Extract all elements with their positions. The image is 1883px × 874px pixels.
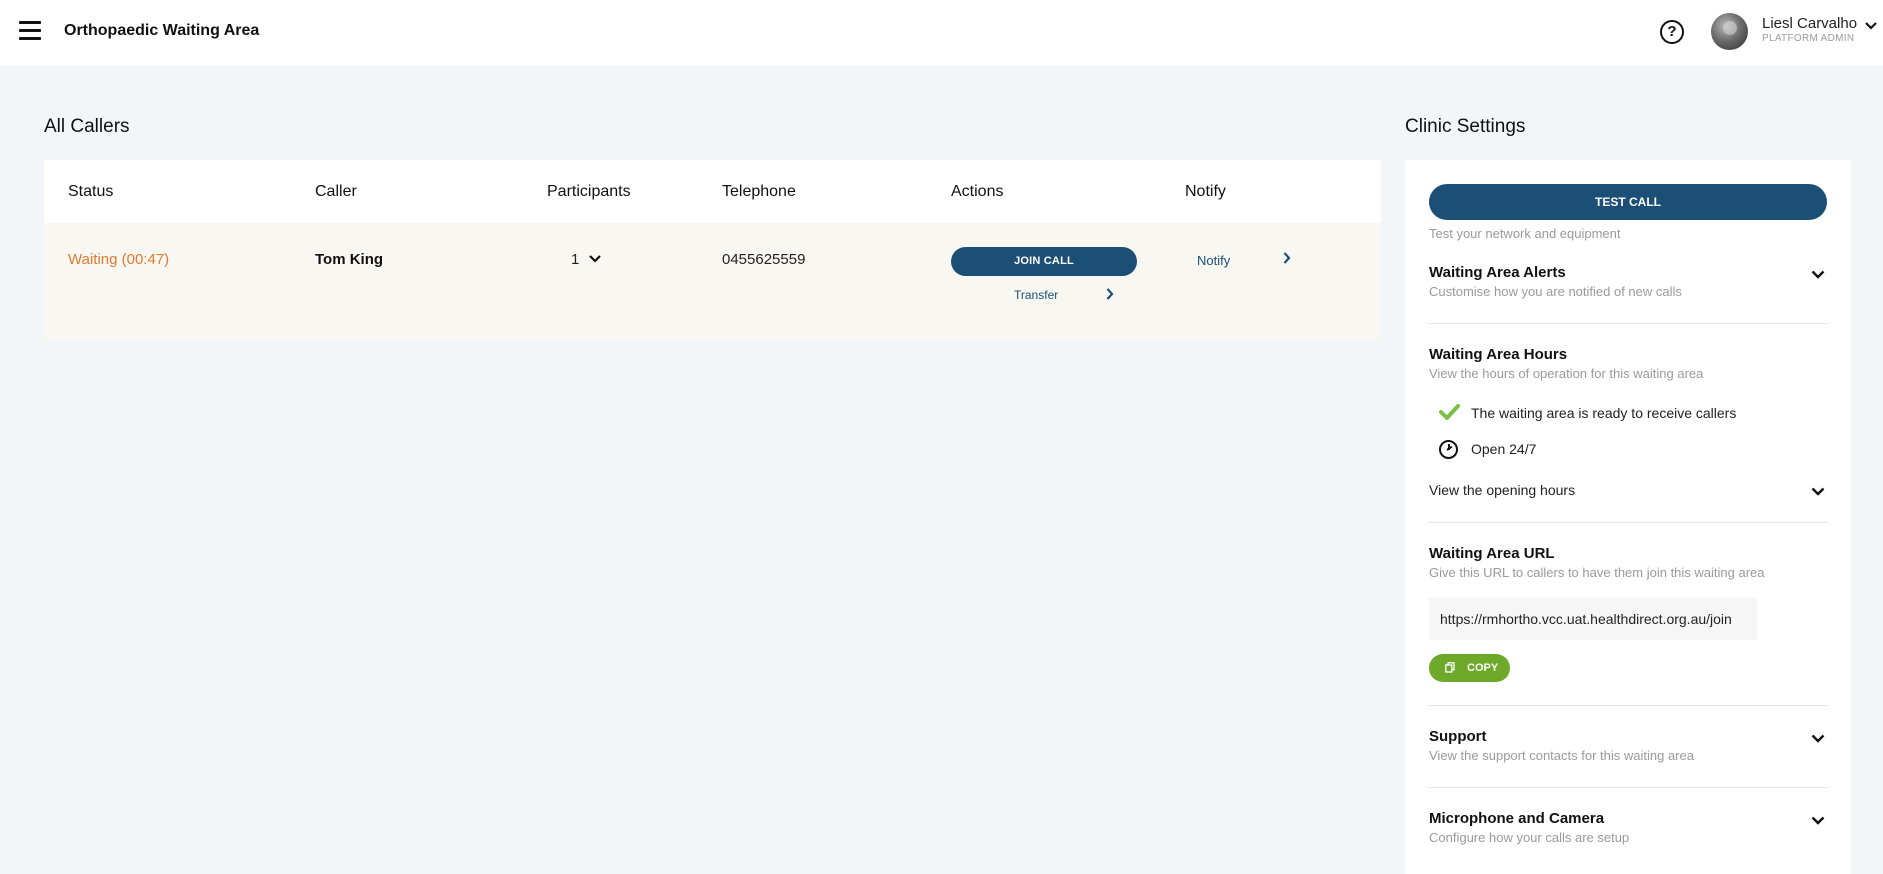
view-opening-hours-link[interactable]: View the opening hours <box>1429 482 1575 498</box>
clinic-settings-title: Clinic Settings <box>1405 116 1526 137</box>
column-header-telephone: Telephone <box>722 183 796 200</box>
waiting-area-url-subtitle: Give this URL to callers to have them jo… <box>1429 565 1765 580</box>
user-role: PLATFORM ADMIN <box>1762 33 1855 44</box>
divider <box>1429 705 1827 706</box>
transfer-chevron-right-icon[interactable] <box>1106 288 1114 300</box>
divider <box>1429 522 1827 523</box>
microphone-camera-subtitle: Configure how your calls are setup <box>1429 830 1630 845</box>
column-header-actions: Actions <box>951 183 1004 200</box>
callers-table: Status Caller Participants Telephone Act… <box>44 160 1381 340</box>
user-menu-chevron-down-icon[interactable] <box>1865 22 1877 30</box>
microphone-camera-title[interactable]: Microphone and Camera <box>1429 810 1604 827</box>
transfer-link[interactable]: Transfer <box>1014 288 1058 302</box>
app-title: Orthopaedic Waiting Area <box>64 22 260 39</box>
top-bar: Orthopaedic Waiting Area ? Liesl Carvalh… <box>0 0 1883 66</box>
table-row: Waiting (00:47) Tom King 1 0455625559 JO… <box>44 223 1381 340</box>
divider <box>1429 323 1827 324</box>
caller-name: Tom King <box>315 251 384 268</box>
waiting-area-hours-title: Waiting Area Hours <box>1429 346 1568 363</box>
alerts-chevron-down-icon[interactable] <box>1811 270 1825 279</box>
avatar[interactable] <box>1711 13 1748 50</box>
support-subtitle: View the support contacts for this waiti… <box>1429 748 1694 763</box>
test-call-button[interactable]: TEST CALL <box>1429 184 1827 220</box>
notify-chevron-right-icon[interactable] <box>1283 252 1291 264</box>
microphone-camera-chevron-down-icon[interactable] <box>1811 816 1825 825</box>
test-call-subtitle: Test your network and equipment <box>1429 226 1621 241</box>
help-circle-icon[interactable]: ? <box>1660 20 1684 44</box>
waiting-area-alerts-title[interactable]: Waiting Area Alerts <box>1429 264 1566 281</box>
open-hours-text: Open 24/7 <box>1471 441 1537 457</box>
waiting-area-url-field[interactable]: https://rmhortho.vcc.uat.healthdirect.or… <box>1429 598 1757 640</box>
support-chevron-down-icon[interactable] <box>1811 734 1825 743</box>
clock-icon <box>1439 440 1458 459</box>
column-header-status: Status <box>68 183 114 200</box>
waiting-area-alerts-subtitle: Customise how you are notified of new ca… <box>1429 284 1682 299</box>
waiting-area-url-title: Waiting Area URL <box>1429 545 1555 562</box>
check-icon <box>1439 404 1460 420</box>
participants-count: 1 <box>571 251 580 268</box>
user-name[interactable]: Liesl Carvalho <box>1762 15 1857 32</box>
support-title[interactable]: Support <box>1429 728 1487 745</box>
copy-icon <box>1445 662 1455 673</box>
participants-chevron-down-icon[interactable] <box>589 255 601 263</box>
caller-status: Waiting (00:47) <box>68 251 170 268</box>
waiting-area-hours-subtitle: View the hours of operation for this wai… <box>1429 366 1704 381</box>
ready-status-text: The waiting area is ready to receive cal… <box>1471 405 1737 421</box>
clinic-settings-panel: TEST CALL Test your network and equipmen… <box>1405 160 1851 874</box>
copy-url-button[interactable]: COPY <box>1429 654 1510 682</box>
copy-label: COPY <box>1467 662 1499 674</box>
all-callers-title: All Callers <box>44 116 130 137</box>
column-header-caller: Caller <box>315 183 357 200</box>
column-header-participants: Participants <box>547 183 631 200</box>
opening-hours-chevron-down-icon[interactable] <box>1811 487 1825 496</box>
notify-link[interactable]: Notify <box>1197 253 1230 268</box>
divider <box>1429 787 1827 788</box>
join-call-button[interactable]: JOIN CALL <box>951 247 1137 276</box>
caller-telephone: 0455625559 <box>722 251 806 268</box>
menu-icon[interactable] <box>19 21 41 41</box>
column-header-notify: Notify <box>1185 183 1226 200</box>
